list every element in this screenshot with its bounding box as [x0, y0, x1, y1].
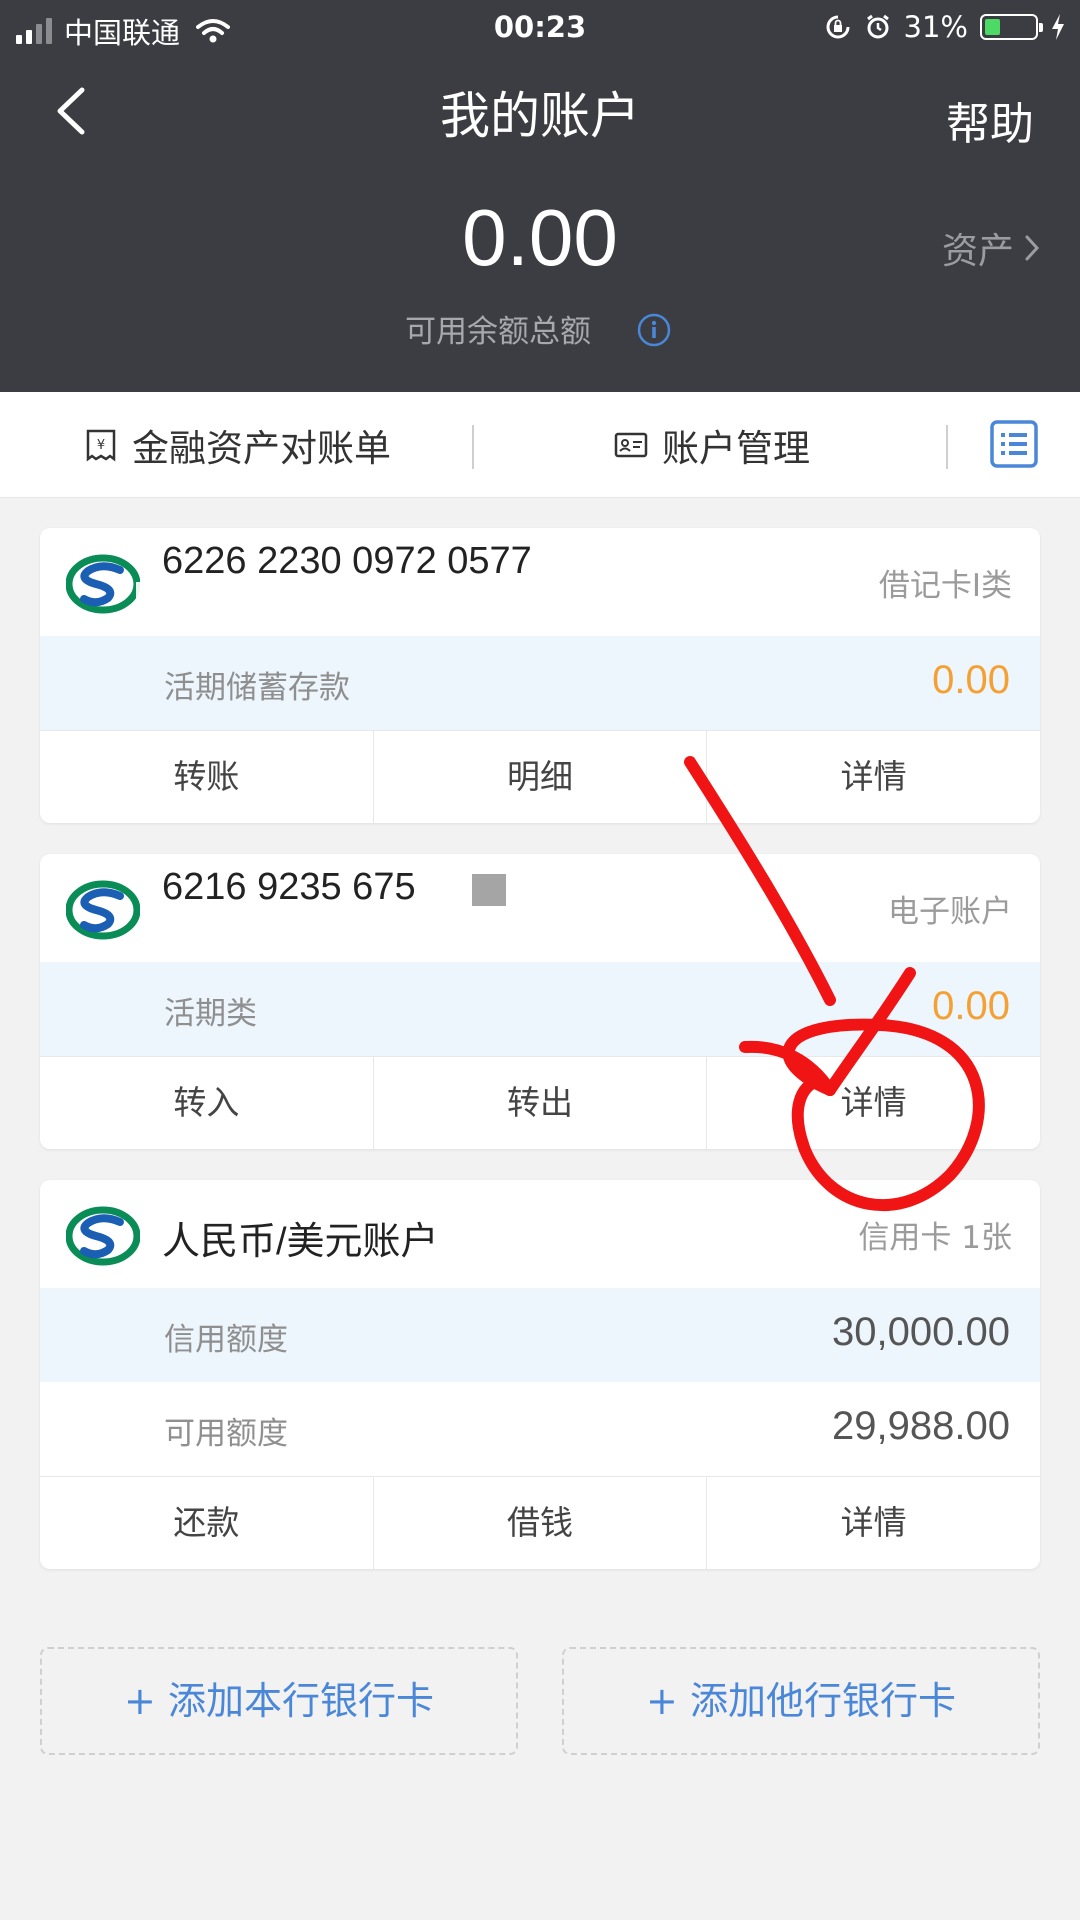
tab-account-label: 账户管理: [662, 426, 810, 470]
details-list-button[interactable]: 明细: [372, 731, 707, 823]
row-value: 30,000.00: [832, 1310, 1010, 1354]
row-label: 信用额度: [164, 1322, 288, 1358]
account-card-debit[interactable]: 6226 2230 0972 0577 借记卡Ⅰ类 活期储蓄存款 0.00 转账…: [40, 528, 1040, 823]
tab-financial-statement[interactable]: ¥ 金融资产对账单: [84, 392, 391, 497]
balance-row: 活期类 0.00: [40, 962, 1040, 1056]
tab-divider: [472, 425, 474, 469]
card-actions: 转入 转出 详情: [40, 1056, 1040, 1149]
transfer-button[interactable]: 转账: [40, 731, 373, 823]
credit-limit-row: 信用额度 30,000.00: [40, 1288, 1040, 1382]
repay-button[interactable]: 还款: [40, 1477, 373, 1569]
tab-bar: ¥ 金融资产对账单 账户管理: [0, 392, 1080, 498]
card-actions: 还款 借钱 详情: [40, 1476, 1040, 1569]
redaction-mark: [472, 874, 506, 906]
borrow-button[interactable]: 借钱: [372, 1477, 707, 1569]
row-label: 活期类: [164, 996, 257, 1032]
chevron-right-icon: [1025, 235, 1040, 261]
charging-icon: [1052, 14, 1064, 40]
status-right: 31%: [824, 10, 1066, 44]
row-value: 0.00: [932, 984, 1010, 1028]
bank-logo-icon: [66, 1206, 140, 1266]
row-label: 可用额度: [164, 1416, 288, 1452]
card-type: 信用卡 1张: [858, 1220, 1012, 1256]
card-title: 人民币/美元账户: [162, 1221, 439, 1263]
bank-logo-icon: [66, 880, 140, 940]
card-number: 6226 2230 0972 0577: [162, 540, 532, 582]
card-header: 6216 9235 675 电子账户: [40, 854, 1040, 962]
add-own-bank-card-button[interactable]: + 添加本行银行卡: [40, 1647, 518, 1755]
status-bar: 中国联通 00:23 31%: [0, 0, 1080, 56]
info-detail-button[interactable]: 详情: [706, 1477, 1040, 1569]
row-value: 0.00: [932, 658, 1010, 702]
id-card-icon: [614, 432, 648, 457]
add-other-bank-card-button[interactable]: + 添加他行银行卡: [562, 1647, 1040, 1755]
tab-divider: [946, 425, 948, 469]
account-card-electronic[interactable]: 6216 9235 675 电子账户 活期类 0.00 转入 转出 详情: [40, 854, 1040, 1149]
battery-icon: [980, 14, 1043, 40]
tab-statement-label: 金融资产对账单: [132, 426, 391, 470]
info-icon[interactable]: [637, 313, 671, 347]
card-number: 6216 9235 675: [162, 866, 416, 908]
row-label: 活期储蓄存款: [164, 670, 350, 706]
nav-bar: 我的账户 帮助: [0, 56, 1080, 166]
card-type: 借记卡Ⅰ类: [878, 568, 1012, 604]
bank-logo-icon: [66, 554, 140, 614]
rotation-lock-icon: [826, 15, 850, 39]
assets-label: 资产: [941, 231, 1014, 272]
total-balance: 0.00: [462, 193, 618, 282]
page-title: 我的账户: [440, 87, 640, 145]
card-header: 人民币/美元账户 信用卡 1张: [40, 1180, 1040, 1288]
available-limit-row: 可用额度 29,988.00: [40, 1382, 1040, 1476]
balance-label: 可用余额总额: [405, 314, 591, 350]
account-card-credit[interactable]: 人民币/美元账户 信用卡 1张 信用额度 30,000.00 可用额度 29,9…: [40, 1180, 1040, 1569]
card-header: 6226 2230 0972 0577 借记卡Ⅰ类: [40, 528, 1040, 636]
svg-text:¥: ¥: [97, 438, 105, 453]
card-actions: 转账 明细 详情: [40, 730, 1040, 823]
redaction-mark: [136, 582, 326, 632]
transfer-in-button[interactable]: 转入: [40, 1057, 373, 1149]
alarm-icon: [866, 14, 889, 39]
card-type: 电子账户: [888, 894, 1012, 930]
balance-row: 活期储蓄存款 0.00: [40, 636, 1040, 730]
battery-fill: [985, 19, 1000, 35]
transfer-out-button[interactable]: 转出: [372, 1057, 707, 1149]
tab-account-management[interactable]: 账户管理: [614, 392, 810, 497]
info-detail-button[interactable]: 详情: [706, 1057, 1040, 1149]
assets-link[interactable]: 资产: [942, 222, 1040, 274]
help-button[interactable]: 帮助: [946, 88, 1034, 152]
info-detail-button[interactable]: 详情: [706, 731, 1040, 823]
header: 中国联通 00:23 31% 我的账户 帮助 0.00 可用余额总额 资产: [0, 0, 1080, 392]
list-icon[interactable]: [990, 420, 1038, 468]
statement-icon: ¥: [86, 429, 116, 461]
row-value: 29,988.00: [832, 1404, 1010, 1448]
battery-percent: 31%: [903, 10, 968, 44]
